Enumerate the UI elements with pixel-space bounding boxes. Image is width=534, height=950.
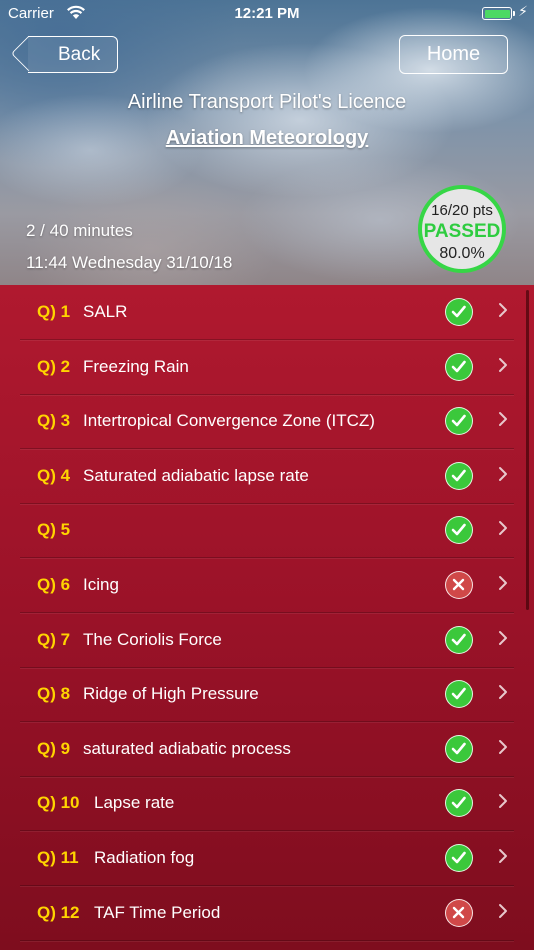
question-title: Lapse rate xyxy=(94,793,175,813)
question-row[interactable]: Q) 3 Intertropical Convergence Zone (ITCZ… xyxy=(20,394,514,450)
charging-icon: ⚡ xyxy=(518,3,528,19)
question-number: Q) 11 xyxy=(37,848,79,867)
incorrect-cross-icon xyxy=(445,898,473,927)
correct-check-icon xyxy=(445,625,473,654)
correct-check-icon xyxy=(445,789,473,818)
chevron-right-icon xyxy=(498,575,508,591)
correct-check-icon xyxy=(445,407,473,436)
correct-check-icon xyxy=(445,461,473,490)
question-title: Freezing Rain xyxy=(83,356,189,376)
question-row[interactable]: Q) 2 Freezing Rain xyxy=(20,340,514,395)
chevron-right-icon xyxy=(498,520,508,536)
chevron-right-icon xyxy=(498,411,508,427)
question-list[interactable]: Q) 1 SALR Q) 2 Freezing Rain Q) 3 Intertropic… xyxy=(0,285,534,950)
question-row[interactable]: Q) 8 Ridge of High Pressure xyxy=(20,667,514,723)
question-number: Q) 5 xyxy=(37,520,71,540)
back-button[interactable]: Back xyxy=(28,36,118,73)
scrollbar[interactable] xyxy=(526,290,529,610)
home-button[interactable]: Home xyxy=(399,35,508,74)
correct-check-icon xyxy=(445,352,473,381)
question-title: Saturated adiabatic lapse rate xyxy=(83,465,309,485)
score-badge: 16/20 pts PASSED 80.0% xyxy=(418,185,506,273)
question-number: Q) 2 xyxy=(37,356,71,376)
question-title: TAF Time Period xyxy=(94,902,221,922)
chevron-right-icon xyxy=(498,848,508,864)
question-row[interactable]: Q) 6 Icing xyxy=(20,558,514,613)
question-row[interactable]: Q) 10 Lapse rate xyxy=(20,776,514,832)
subject-title: Aviation Meteorology xyxy=(165,127,369,149)
question-number: Q) 12 xyxy=(37,902,80,922)
correct-check-icon xyxy=(445,680,473,709)
score-status: PASSED xyxy=(423,221,501,242)
question-number: Q) 4 xyxy=(37,465,71,485)
incorrect-cross-icon xyxy=(445,571,473,599)
question-title: Radiation fog xyxy=(94,848,195,867)
question-row[interactable]: Q) 12 TAF Time Period xyxy=(20,886,514,941)
test-datetime: 11:44 Wednesday 31/10/18 xyxy=(26,253,233,272)
chevron-right-icon xyxy=(498,630,508,646)
chevron-right-icon xyxy=(498,793,508,809)
chevron-right-icon xyxy=(498,739,508,755)
chevron-right-icon xyxy=(498,684,508,700)
question-row[interactable]: Q) 7 The Coriolis Force xyxy=(20,613,514,668)
licence-title: Airline Transport Pilot's Licence xyxy=(127,91,407,113)
clock: 12:21 PM xyxy=(234,5,300,22)
correct-check-icon xyxy=(445,844,473,872)
question-number: Q) 9 xyxy=(37,738,71,758)
status-bar: Carrier 12:21 PM ⚡ xyxy=(0,0,534,28)
chevron-right-icon xyxy=(498,302,508,318)
correct-check-icon xyxy=(445,734,473,763)
battery-icon xyxy=(482,7,515,20)
question-number: Q) 6 xyxy=(37,575,71,594)
chevron-right-icon xyxy=(498,903,508,919)
question-number: Q) 10 xyxy=(37,793,80,813)
question-title: saturated adiabatic process xyxy=(83,738,291,758)
header: Carrier 12:21 PM ⚡ Back Home Airline Tra… xyxy=(0,0,534,285)
chevron-right-icon xyxy=(498,357,508,373)
question-row[interactable]: Q) 9 saturated adiabatic process xyxy=(20,722,514,777)
question-number: Q) 7 xyxy=(37,629,71,649)
question-row[interactable]: Q) 4 Saturated adiabatic lapse rate xyxy=(20,449,514,504)
question-row[interactable]: Q) 1 SALR xyxy=(20,285,514,340)
question-number: Q) 8 xyxy=(37,684,71,704)
question-row[interactable]: Q) 11 Radiation fog xyxy=(20,831,514,886)
question-title: The Coriolis Force xyxy=(83,629,222,649)
elapsed-minutes: 2 / 40 minutes xyxy=(26,221,133,240)
question-number: Q) 3 xyxy=(37,411,71,431)
score-percent: 80.0% xyxy=(439,245,485,262)
question-number: Q) 1 xyxy=(37,302,71,321)
chevron-right-icon xyxy=(498,466,508,482)
question-title: SALR xyxy=(83,302,128,321)
question-title: Intertropical Convergence Zone (ITCZ) xyxy=(83,411,375,431)
back-button-label: Back xyxy=(58,44,101,65)
question-row[interactable]: Q) 5 xyxy=(20,503,514,559)
score-points: 16/20 pts xyxy=(431,202,493,219)
question-title: Icing xyxy=(83,575,119,594)
correct-check-icon xyxy=(445,516,473,545)
question-title: Ridge of High Pressure xyxy=(83,684,259,704)
correct-check-icon xyxy=(445,298,473,326)
